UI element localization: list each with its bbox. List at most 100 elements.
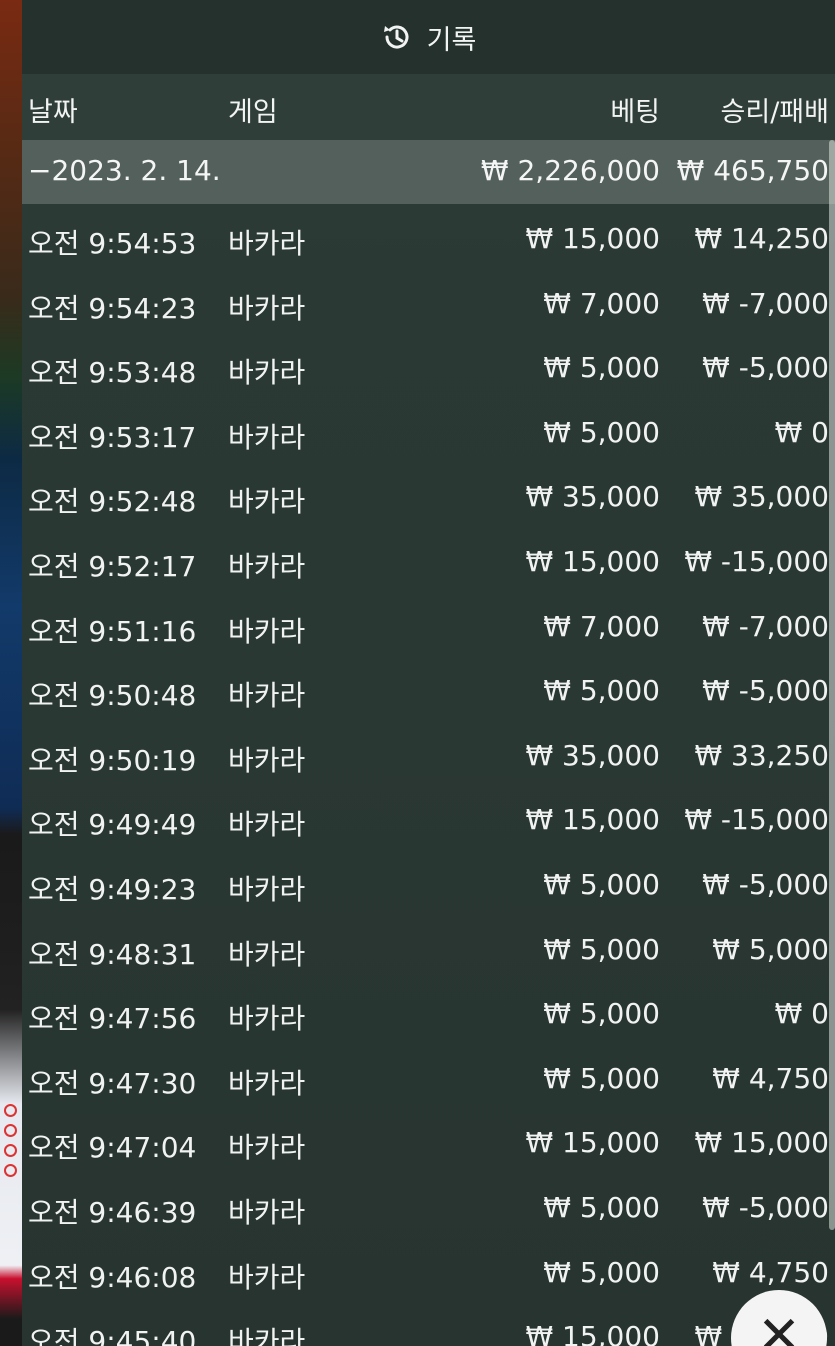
table-header: 날짜 게임 베팅 승리/패배 <box>22 74 835 140</box>
row-bet: ₩ 7,000 <box>543 609 660 643</box>
row-time: 오전 9:53:48 <box>28 356 197 390</box>
row-game: 바카라 <box>228 1131 306 1165</box>
history-header: 기록 <box>22 0 835 74</box>
history-icon <box>383 25 409 49</box>
table-row[interactable]: 오전 9:51:16 바카라 ₩ 7,000 ₩ -7,000 <box>22 592 835 657</box>
row-bet: ₩ 7,000 <box>543 286 660 320</box>
table-row[interactable]: 오전 9:49:49 바카라 ₩ 15,000 ₩ -15,000 <box>22 785 835 850</box>
row-game: 바카라 <box>228 937 306 971</box>
row-result: ₩ -5,000 <box>702 1190 829 1224</box>
row-result: ₩ 5,000 <box>712 932 829 966</box>
table-row[interactable]: 오전 9:52:48 바카라 ₩ 35,000 ₩ 35,000 <box>22 462 835 527</box>
table-row[interactable]: 오전 9:47:30 바카라 ₩ 5,000 ₩ 4,750 <box>22 1044 835 1109</box>
row-bet: ₩ 5,000 <box>543 674 660 708</box>
table-row[interactable]: 오전 9:48:31 바카라 ₩ 5,000 ₩ 5,000 <box>22 915 835 980</box>
table-row[interactable]: 오전 9:50:48 바카라 ₩ 5,000 ₩ -5,000 <box>22 656 835 721</box>
row-bet: ₩ 35,000 <box>525 480 660 514</box>
table-row[interactable]: 오전 9:47:56 바카라 ₩ 5,000 ₩ 0 <box>22 979 835 1044</box>
row-time: 오전 9:54:53 <box>28 227 197 260</box>
row-result: ₩ 4,750 <box>712 1255 829 1289</box>
row-game: 바카라 <box>228 291 306 325</box>
table-row[interactable]: 오전 9:50:19 바카라 ₩ 35,000 ₩ 33,250 <box>22 721 835 786</box>
summary-bet-total: ₩ 2,226,000 <box>480 154 660 187</box>
history-list: 오전 9:54:53 바카라 ₩ 15,000 ₩ 14,250 오전 9:54:23 바… <box>22 204 835 1346</box>
row-bet: ₩ 5,000 <box>543 932 660 966</box>
table-row[interactable]: 오전 9:49:23 바카라 ₩ 5,000 ₩ -5,000 <box>22 850 835 915</box>
row-game: 바카라 <box>228 420 306 454</box>
row-time: 오전 9:47:30 <box>28 1066 197 1100</box>
row-result: ₩ 15,000 <box>694 1126 829 1160</box>
column-header-bet[interactable]: 베팅 <box>610 90 660 129</box>
row-result: ₩ 14,250 <box>694 222 829 255</box>
row-result: ₩ -5,000 <box>702 674 829 708</box>
row-bet: ₩ 15,000 <box>525 803 660 837</box>
row-bet: ₩ 15,000 <box>525 1126 660 1160</box>
bead-road-marker <box>4 1144 17 1157</box>
column-header-result[interactable]: 승리/패배 <box>721 90 829 129</box>
row-time: 오전 9:49:49 <box>28 808 197 842</box>
history-panel: 기록 날짜 게임 베팅 승리/패배 −2023. 2. 14. ₩ 2,226,… <box>22 0 835 1346</box>
row-time: 오전 9:47:56 <box>28 1002 197 1036</box>
table-row[interactable]: 오전 9:53:17 바카라 ₩ 5,000 ₩ 0 <box>22 398 835 463</box>
viewport: 기록 날짜 게임 베팅 승리/패배 −2023. 2. 14. ₩ 2,226,… <box>0 0 835 1346</box>
row-time: 오전 9:54:23 <box>28 291 197 325</box>
history-title: 기록 <box>426 24 477 56</box>
row-time: 오전 9:48:31 <box>28 937 197 971</box>
row-bet: ₩ 15,000 <box>525 222 660 255</box>
row-game: 바카라 <box>228 1002 306 1036</box>
table-row[interactable]: 오전 9:46:08 바카라 ₩ 5,000 ₩ 4,750 <box>22 1238 835 1303</box>
bead-road-marker <box>4 1124 17 1137</box>
row-time: 오전 9:50:19 <box>28 743 197 777</box>
row-game: 바카라 <box>228 614 306 648</box>
row-result: ₩ 0 <box>774 997 829 1031</box>
table-row[interactable]: 오전 9:46:39 바카라 ₩ 5,000 ₩ -5,000 <box>22 1173 835 1238</box>
row-game: 바카라 <box>228 679 306 713</box>
row-time: 오전 9:53:17 <box>28 420 197 454</box>
date-group-summary-row[interactable]: −2023. 2. 14. ₩ 2,226,000 ₩ 465,750 <box>22 140 835 204</box>
row-time: 오전 9:47:04 <box>28 1131 197 1165</box>
row-game: 바카라 <box>228 1260 306 1294</box>
column-header-game[interactable]: 게임 <box>228 90 278 129</box>
table-row[interactable]: 오전 9:54:53 바카라 ₩ 15,000 ₩ 14,250 <box>22 204 835 269</box>
row-time: 오전 9:49:23 <box>28 872 197 906</box>
row-game: 바카라 <box>228 1195 306 1229</box>
row-result: ₩ -5,000 <box>702 867 829 901</box>
row-game: 바카라 <box>228 872 306 906</box>
row-result: ₩ 0 <box>774 415 829 449</box>
row-result: ₩ -7,000 <box>702 609 829 643</box>
row-result: ₩ -15,000 <box>684 544 829 578</box>
row-result: ₩ -5,000 <box>702 351 829 385</box>
row-time: 오전 9:52:48 <box>28 485 197 519</box>
row-result: ₩ -7,000 <box>702 286 829 320</box>
row-time: 오전 9:45:40 <box>28 1325 197 1346</box>
row-game: 바카라 <box>228 227 306 260</box>
row-time: 오전 9:50:48 <box>28 679 197 713</box>
table-row[interactable]: 오전 9:52:17 바카라 ₩ 15,000 ₩ -15,000 <box>22 527 835 592</box>
table-row[interactable]: 오전 9:54:23 바카라 ₩ 7,000 ₩ -7,000 <box>22 269 835 334</box>
table-row[interactable]: 오전 9:53:48 바카라 ₩ 5,000 ₩ -5,000 <box>22 333 835 398</box>
row-time: 오전 9:52:17 <box>28 549 197 583</box>
summary-result-total: ₩ 465,750 <box>676 154 829 187</box>
scrollbar[interactable] <box>829 140 835 1230</box>
row-result: ₩ 4,750 <box>712 1061 829 1095</box>
row-bet: ₩ 5,000 <box>543 415 660 449</box>
row-game: 바카라 <box>228 1066 306 1100</box>
row-bet: ₩ 5,000 <box>543 867 660 901</box>
bead-road-marker <box>4 1164 17 1177</box>
column-header-date[interactable]: 날짜 <box>28 90 78 129</box>
row-result: ₩ -15,000 <box>684 803 829 837</box>
row-game: 바카라 <box>228 1325 306 1346</box>
row-time: 오전 9:46:08 <box>28 1260 197 1294</box>
table-row[interactable]: 오전 9:45:40바카라₩ 15,000₩ 15,000 <box>22 1302 835 1346</box>
row-bet: ₩ 15,000 <box>525 544 660 578</box>
close-icon: ✕ <box>757 1306 801 1346</box>
row-bet: ₩ 35,000 <box>525 738 660 772</box>
row-result: ₩ 35,000 <box>694 480 829 514</box>
row-bet: ₩ 5,000 <box>543 1190 660 1224</box>
row-time: 오전 9:46:39 <box>28 1195 197 1229</box>
summary-date: −2023. 2. 14. <box>28 154 221 187</box>
row-game: 바카라 <box>228 743 306 777</box>
table-row[interactable]: 오전 9:47:04 바카라 ₩ 15,000 ₩ 15,000 <box>22 1108 835 1173</box>
row-game: 바카라 <box>228 485 306 519</box>
bead-road-marker <box>4 1104 17 1117</box>
